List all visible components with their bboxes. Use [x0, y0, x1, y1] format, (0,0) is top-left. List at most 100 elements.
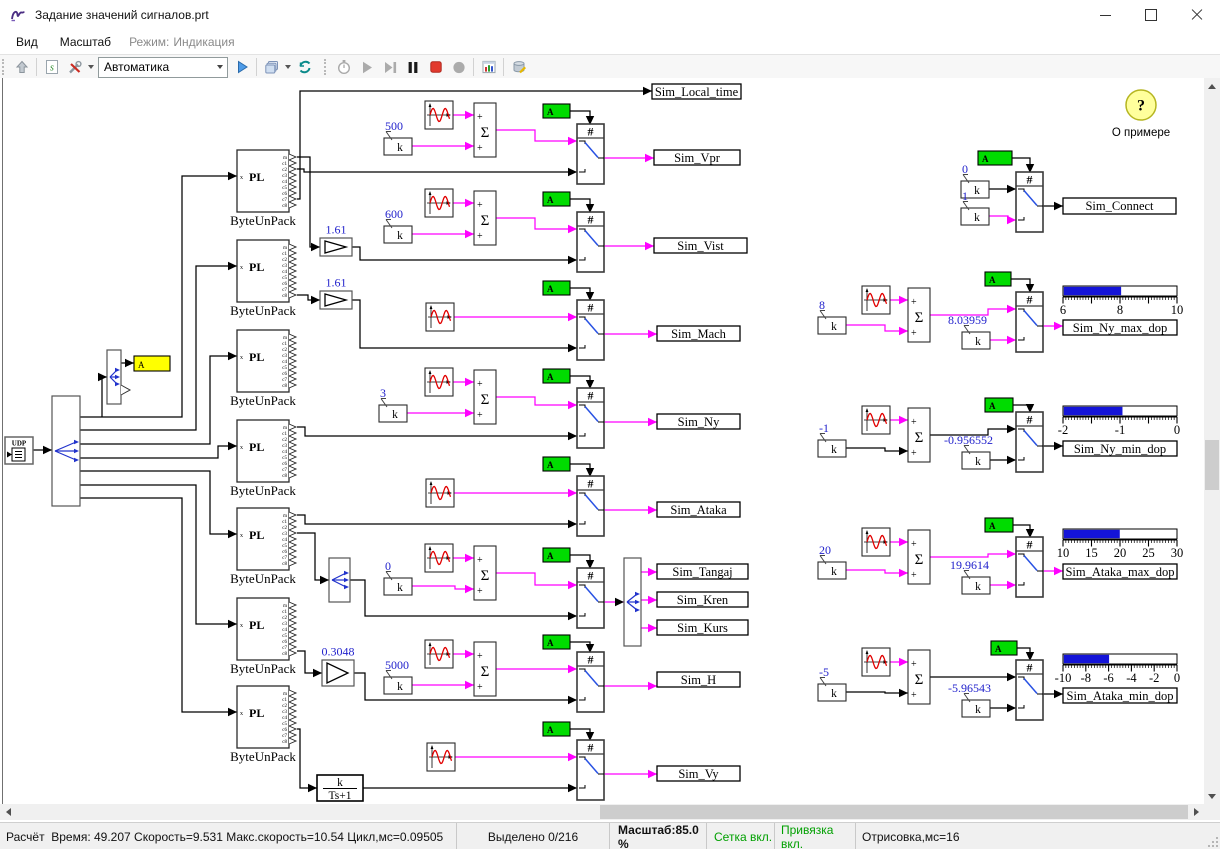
- signal-label-sim_ataka[interactable]: Sim_Ataka: [657, 502, 740, 517]
- block-constant-3[interactable]: k3: [379, 386, 407, 422]
- signal-label-sim_h[interactable]: Sim_H: [657, 672, 740, 687]
- signal-label-sim_ataka_min_dop[interactable]: Sim_Ataka_min_dop: [1063, 688, 1177, 703]
- block-switch-8[interactable]: #: [577, 740, 604, 800]
- vertical-scroll-thumb[interactable]: [1205, 440, 1219, 490]
- tools-dropdown-arrow[interactable]: [88, 65, 94, 69]
- refresh-button[interactable]: [293, 57, 316, 78]
- close-button[interactable]: [1174, 0, 1220, 30]
- resize-grip[interactable]: [1208, 837, 1218, 847]
- block-constant-9[interactable]: k-1: [818, 421, 846, 457]
- signal-label-sim_ny_min_dop[interactable]: Sim_Ny_min_dop: [1063, 441, 1177, 456]
- signal-a-box-11[interactable]: A: [985, 398, 1013, 412]
- block-constant-10[interactable]: k20: [818, 543, 846, 579]
- layers-button[interactable]: [260, 57, 283, 78]
- signal-label-sim_tangaj[interactable]: Sim_Tangaj: [657, 564, 748, 579]
- charts-button[interactable]: [477, 57, 500, 78]
- block-sine-generator-4[interactable]: [425, 368, 453, 396]
- signal-label-sim_ny[interactable]: Sim_Ny: [657, 414, 740, 429]
- block-byteunpack-5[interactable]: xPLmc1c2c3c4c5c6c7c8ByteUnPack: [230, 508, 296, 586]
- scroll-left-button[interactable]: [0, 804, 16, 820]
- run-script-button[interactable]: [230, 57, 253, 78]
- signal-a-box-5[interactable]: A: [543, 457, 570, 471]
- signal-a-box-1[interactable]: A: [543, 104, 570, 118]
- status-grid-toggle[interactable]: Сетка вкл.: [707, 823, 775, 849]
- block-constant-12[interactable]: k8.03959: [948, 313, 990, 349]
- block-sine-generator-10[interactable]: [862, 406, 890, 434]
- status-scale[interactable]: Масштаб:85.0 %: [610, 823, 707, 849]
- block-byteunpack-3[interactable]: xPLmc1c2c3c4c5c6c7c8ByteUnPack: [230, 330, 296, 408]
- block-gain-1[interactable]: 1.61: [320, 223, 352, 257]
- block-sum-9[interactable]: ++Σ: [908, 650, 930, 704]
- layers-dropdown-arrow[interactable]: [285, 65, 291, 69]
- signal-label-sim_local_time[interactable]: Sim_Local_time: [652, 84, 741, 99]
- block-switch-5[interactable]: #: [577, 476, 604, 536]
- signal-label-sim_vpr[interactable]: Sim_Vpr: [654, 150, 740, 165]
- status-snap-toggle[interactable]: Привязка вкл.: [775, 823, 856, 849]
- schematic-canvas[interactable]: xPLmc1c2c3c4c5c6c7c8ByteUnPack xPLmc1c2c3…: [0, 78, 1220, 820]
- block-sum-8[interactable]: ++Σ: [908, 530, 930, 584]
- block-constant-15[interactable]: k-5.96543: [948, 681, 991, 717]
- signal-a-box-12[interactable]: A: [985, 518, 1013, 532]
- block-sum-7[interactable]: ++Σ: [908, 408, 930, 462]
- block-sine-generator-1[interactable]: [425, 101, 453, 129]
- block-switch-9[interactable]: #: [1016, 172, 1043, 232]
- signal-label-sim_vist[interactable]: Sim_Vist: [654, 238, 747, 253]
- block-demux-1[interactable]: [52, 396, 80, 506]
- block-sum-1[interactable]: ++Σ: [474, 103, 496, 157]
- block-switch-13[interactable]: #: [1016, 660, 1043, 720]
- block-sum-3[interactable]: ++Σ: [474, 370, 496, 424]
- tools-button[interactable]: [63, 57, 86, 78]
- scroll-up-button[interactable]: [1204, 78, 1220, 94]
- block-udp-source[interactable]: UDP: [5, 437, 33, 464]
- block-switch-12[interactable]: #: [1016, 537, 1043, 597]
- block-switch-7[interactable]: #: [577, 652, 604, 712]
- schematic-svg[interactable]: xPLmc1c2c3c4c5c6c7c8ByteUnPack xPLmc1c2c3…: [0, 78, 1204, 804]
- help-button[interactable]: ?О примере: [1112, 90, 1170, 139]
- signal-a-box-9[interactable]: A: [978, 151, 1012, 165]
- database-button[interactable]: [507, 57, 530, 78]
- block-switch-11[interactable]: #: [1016, 412, 1043, 472]
- block-constant-11[interactable]: k-5: [818, 665, 846, 701]
- go-up-button[interactable]: [10, 57, 33, 78]
- block-sine-generator-12[interactable]: [862, 648, 890, 676]
- mode-combobox[interactable]: Автоматика: [98, 57, 228, 78]
- signal-a-box-4[interactable]: A: [543, 369, 570, 383]
- block-byteunpack-6[interactable]: xPLmc1c2c3c4c5c6c7c8ByteUnPack: [230, 598, 296, 676]
- signal-label-sim_vy[interactable]: Sim_Vy: [657, 766, 740, 781]
- block-sine-generator-6[interactable]: [425, 544, 453, 572]
- signal-a-box-yellow[interactable]: A: [134, 356, 170, 371]
- block-byteunpack-7[interactable]: xPLmc1c2c3c4c5c6c7c8ByteUnPack: [230, 686, 296, 764]
- block-constant-4[interactable]: k0: [384, 559, 412, 595]
- gauge-indicator-4[interactable]: -10-8-6-4-20: [1055, 654, 1180, 685]
- block-byteunpack-2[interactable]: xPLmc1c2c3c4c5c6c7c8ByteUnPack: [230, 240, 296, 318]
- scroll-right-button[interactable]: [1188, 804, 1204, 820]
- block-switch-2[interactable]: #: [577, 212, 604, 272]
- signal-a-box-10[interactable]: A: [985, 272, 1011, 286]
- script-editor-button[interactable]: s: [40, 57, 63, 78]
- toolbar-drag-handle-2[interactable]: [324, 59, 329, 75]
- minimize-button[interactable]: [1082, 0, 1128, 30]
- block-switch-10[interactable]: #: [1016, 292, 1043, 352]
- timer-button[interactable]: [332, 57, 355, 78]
- block-sine-generator-8[interactable]: [427, 743, 455, 771]
- block-sum-2[interactable]: ++Σ: [474, 191, 496, 245]
- block-switch-3[interactable]: #: [577, 300, 604, 360]
- block-constant-1[interactable]: k500: [384, 119, 412, 155]
- signal-label-sim_kren[interactable]: Sim_Kren: [657, 592, 748, 607]
- signal-label-sim_mach[interactable]: Sim_Mach: [657, 326, 740, 341]
- maximize-button[interactable]: [1128, 0, 1174, 30]
- signal-label-sim_ataka_max_dop[interactable]: Sim_Ataka_max_dop: [1063, 564, 1177, 579]
- signal-a-box-13[interactable]: A: [991, 641, 1017, 655]
- step-button[interactable]: [378, 57, 401, 78]
- signal-a-box-2[interactable]: A: [543, 192, 570, 206]
- gauge-indicator-2[interactable]: -2-10: [1058, 406, 1180, 437]
- signal-a-box-6[interactable]: A: [543, 548, 570, 562]
- menu-scale[interactable]: Масштаб: [54, 33, 117, 51]
- block-sine-generator-11[interactable]: [862, 528, 890, 556]
- block-sine-generator-5[interactable]: [426, 479, 454, 507]
- block-transfer-function[interactable]: kTs+1: [317, 775, 363, 802]
- play-button[interactable]: [355, 57, 378, 78]
- signal-label-sim_ny_max_dop[interactable]: Sim_Ny_max_dop: [1063, 320, 1177, 335]
- block-demux-2[interactable]: [107, 350, 121, 404]
- toolbar-drag-handle[interactable]: [2, 59, 7, 75]
